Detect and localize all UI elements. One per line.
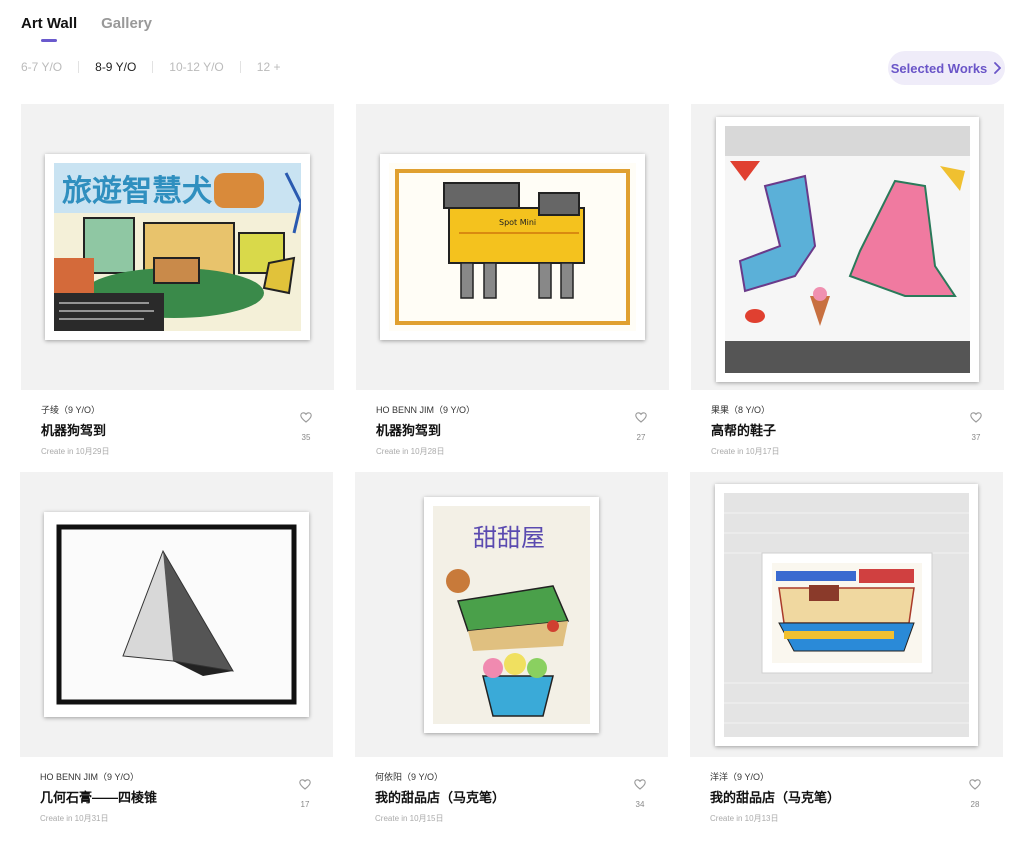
- artwork-title: 机器狗驾到: [41, 423, 107, 438]
- like-count: 37: [971, 433, 981, 442]
- chevron-right-icon: [993, 62, 1002, 74]
- like-count: 17: [300, 800, 310, 809]
- selected-works-button[interactable]: Selected Works: [888, 51, 1005, 85]
- selected-works-label: Selected Works: [890, 60, 988, 76]
- artwork-title: 高帮的鞋子: [711, 423, 777, 438]
- age-filter-bar: 6-7 Y/O 8-9 Y/O 10-12 Y/O 12 +: [21, 60, 280, 74]
- artwork-card[interactable]: 甜甜屋 何依阳（9 Y/O） 我的甜品店（马克笔） Create in 10月1…: [355, 472, 668, 833]
- artwork-image-area: [691, 104, 1004, 390]
- artwork-card[interactable]: HO BENN JIM（9 Y/O） 几何石膏——四棱锥 Create in 1…: [20, 472, 333, 833]
- artwork-image: [44, 512, 309, 717]
- heart-outline-icon: [299, 777, 311, 795]
- artwork-meta: 子绫（9 Y/O） 机器狗驾到 Create in 10月29日 35: [21, 390, 334, 466]
- artwork-date: Create in 10月17日: [711, 447, 780, 456]
- artwork-author: 子绫（9 Y/O）: [41, 405, 101, 415]
- artwork-meta: HO BENN JIM（9 Y/O） 机器狗驾到 Create in 10月28…: [356, 390, 669, 466]
- artwork-date: Create in 10月13日: [710, 814, 779, 823]
- artwork-author: 洋洋（9 Y/O）: [710, 772, 770, 782]
- artwork-image: 甜甜屋: [424, 497, 599, 733]
- like-button[interactable]: 34: [634, 777, 646, 809]
- artwork-image-area: [690, 472, 1003, 757]
- like-button[interactable]: 35: [300, 410, 312, 442]
- artwork-author: HO BENN JIM（9 Y/O）: [376, 405, 476, 415]
- filter-divider: [152, 61, 154, 73]
- artwork-card[interactable]: 洋洋（9 Y/O） 我的甜品店（马克笔） Create in 10月13日 28: [690, 472, 1003, 833]
- heart-outline-icon: [635, 410, 647, 428]
- filter-divider: [78, 61, 80, 73]
- artwork-image-area: [20, 472, 333, 757]
- artwork-date: Create in 10月28日: [376, 447, 445, 456]
- artwork-image-area: 甜甜屋: [355, 472, 668, 757]
- heart-outline-icon: [969, 777, 981, 795]
- artwork-label-text: Spot Mini: [499, 218, 536, 227]
- artwork-author: 果果（8 Y/O）: [711, 405, 771, 415]
- artwork-image-area: Spot Mini: [356, 104, 669, 390]
- heart-outline-icon: [300, 410, 312, 428]
- artwork-title: 我的甜品店（马克笔）: [375, 790, 506, 805]
- heart-outline-icon: [634, 777, 646, 795]
- age-filter-10-12[interactable]: 10-12 Y/O: [169, 60, 223, 74]
- age-filter-12-plus[interactable]: 12 +: [257, 60, 281, 74]
- artwork-title: 我的甜品店（马克笔）: [710, 790, 841, 805]
- artwork-card[interactable]: Spot Mini HO BENN JIM（9 Y/O） 机器狗驾到 Creat…: [356, 104, 669, 466]
- like-button[interactable]: 28: [969, 777, 981, 809]
- like-count: 34: [635, 800, 645, 809]
- like-button[interactable]: 17: [299, 777, 311, 809]
- age-filter-6-7[interactable]: 6-7 Y/O: [21, 60, 62, 74]
- artwork-title: 几何石膏——四棱锥: [40, 790, 158, 805]
- tab-art-wall[interactable]: Art Wall: [21, 15, 77, 42]
- like-count: 35: [301, 433, 311, 442]
- like-button[interactable]: 27: [635, 410, 647, 442]
- artwork-image: 旅遊智慧犬: [45, 154, 310, 340]
- artwork-card[interactable]: 旅遊智慧犬 子绫（9 Y/O） 机器狗驾到 Create in 10月29日 3…: [21, 104, 334, 466]
- artwork-date: Create in 10月29日: [41, 447, 110, 456]
- artwork-image: [716, 117, 979, 382]
- like-count: 28: [970, 800, 980, 809]
- artwork-date: Create in 10月15日: [375, 814, 444, 823]
- artwork-image: Spot Mini: [380, 154, 645, 340]
- filter-divider: [239, 61, 241, 73]
- tab-gallery[interactable]: Gallery: [101, 15, 152, 42]
- artwork-image: [715, 484, 978, 746]
- artwork-heading-text: 甜甜屋: [473, 524, 545, 552]
- top-tabs: Art Wall Gallery: [21, 15, 152, 42]
- artwork-meta: 何依阳（9 Y/O） 我的甜品店（马克笔） Create in 10月15日 3…: [355, 757, 668, 833]
- artwork-date: Create in 10月31日: [40, 814, 109, 823]
- artwork-image-area: 旅遊智慧犬: [21, 104, 334, 390]
- age-filter-8-9[interactable]: 8-9 Y/O: [95, 60, 136, 74]
- artwork-author: HO BENN JIM（9 Y/O）: [40, 772, 140, 782]
- artwork-author: 何依阳（9 Y/O）: [375, 772, 444, 782]
- artwork-heading-text: 旅遊智慧犬: [62, 174, 212, 209]
- heart-outline-icon: [970, 410, 982, 428]
- artwork-meta: 果果（8 Y/O） 高帮的鞋子 Create in 10月17日 37: [691, 390, 1004, 466]
- artwork-card[interactable]: 果果（8 Y/O） 高帮的鞋子 Create in 10月17日 37: [691, 104, 1004, 466]
- artwork-meta: 洋洋（9 Y/O） 我的甜品店（马克笔） Create in 10月13日 28: [690, 757, 1003, 833]
- like-count: 27: [636, 433, 646, 442]
- like-button[interactable]: 37: [970, 410, 982, 442]
- artwork-meta: HO BENN JIM（9 Y/O） 几何石膏——四棱锥 Create in 1…: [20, 757, 333, 833]
- artwork-title: 机器狗驾到: [376, 423, 442, 438]
